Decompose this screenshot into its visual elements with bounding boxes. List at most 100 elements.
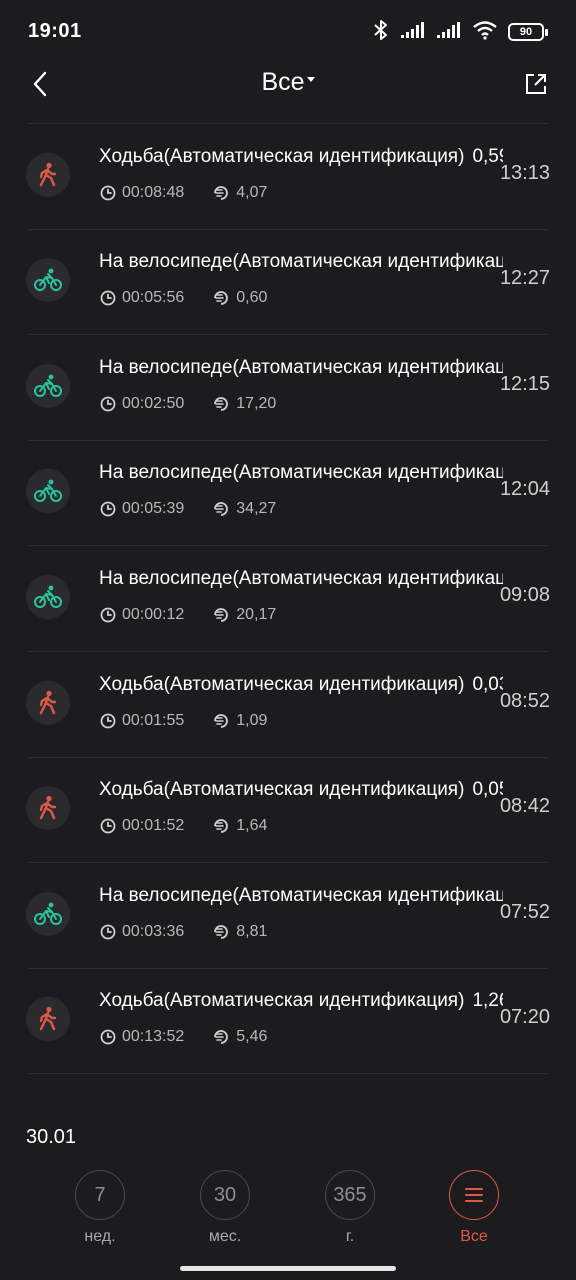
- pace-icon: [212, 185, 230, 201]
- activity-record[interactable]: На велосипеде(Автоматическая идентификац…: [0, 546, 576, 652]
- record-start-time: 09:08: [499, 584, 550, 606]
- signal-icon: [400, 21, 426, 44]
- period-label: г.: [345, 1228, 355, 1245]
- pace-icon: [212, 501, 230, 517]
- activity-record[interactable]: Ходьба(Автоматическая идентификация) 0,03…: [0, 652, 576, 758]
- record-pace: 1,09: [236, 711, 268, 729]
- battery-level: 90: [519, 26, 533, 38]
- record-activity-name: На велосипеде(Автоматическая идентификац…: [99, 568, 503, 589]
- caret-down-icon: [306, 77, 315, 82]
- record-pace: 5,46: [236, 1028, 268, 1046]
- record-start-time: 12:15: [499, 372, 550, 395]
- record-activity-name: На велосипеде(Автоматическая идентификац…: [99, 462, 503, 484]
- walk-icon: [26, 997, 70, 1042]
- pace-icon: [212, 924, 230, 940]
- date-header: 30.01: [26, 1126, 77, 1148]
- period-tab-г.[interactable]: 365 г.: [311, 1170, 391, 1260]
- clock-icon: [100, 185, 116, 201]
- record-start-time: 08:42: [499, 795, 550, 818]
- record-pace: 4,07: [236, 183, 268, 201]
- walk-icon: [26, 152, 70, 197]
- walk-icon: [26, 786, 70, 831]
- record-duration: 00:02:50: [122, 394, 185, 412]
- record-pace: 1,64: [236, 817, 268, 835]
- clock-icon: [100, 607, 116, 623]
- record-title: На велосипеде(Автоматическая идентификац…: [99, 357, 503, 379]
- record-meta: 00:01:55 1,09: [100, 711, 267, 731]
- share-icon: [526, 74, 546, 94]
- clock-icon: [100, 1029, 116, 1045]
- activity-record[interactable]: На велосипеде(Автоматическая идентификац…: [0, 335, 576, 441]
- period-tab-Все[interactable]: Все: [435, 1170, 515, 1260]
- record-activity-name: На велосипеде(Автоматическая идентификац…: [99, 251, 503, 273]
- record-activity-name: Ходьба(Автоматическая идентификация): [99, 990, 465, 1012]
- record-activity-name: Ходьба(Автоматическая идентификация): [99, 145, 465, 167]
- status-time: 19:01: [28, 20, 82, 42]
- period-value: 365: [325, 1170, 375, 1220]
- record-duration: 00:08:48: [122, 183, 185, 201]
- clock-icon: [100, 290, 116, 306]
- record-start-time: 13:13: [499, 161, 550, 184]
- filter-dropdown[interactable]: Все: [0, 68, 576, 97]
- clock-icon: [100, 396, 116, 412]
- activity-record[interactable]: На велосипеде(Автоматическая идентификац…: [0, 863, 576, 969]
- record-duration: 00:13:52: [122, 1028, 185, 1046]
- period-label: Все: [460, 1228, 488, 1245]
- record-meta: 00:02:50 17,20: [100, 394, 276, 414]
- activity-record[interactable]: На велосипеде(Автоматическая идентификац…: [0, 440, 576, 547]
- battery-icon: 90: [508, 23, 548, 41]
- record-distance: 1,26 км: [472, 990, 503, 1012]
- period-tab-мес.[interactable]: 30 мес.: [186, 1170, 266, 1260]
- bluetooth-icon: [372, 19, 390, 46]
- header: Все: [0, 64, 576, 104]
- home-indicator: [180, 1266, 396, 1271]
- record-duration: 00:00:12: [122, 606, 185, 623]
- activity-record[interactable]: Ходьба(Автоматическая идентификация) 0,05…: [0, 757, 576, 864]
- divider: [28, 1073, 548, 1075]
- record-title: На велосипеде(Автоматическая идентификац…: [99, 885, 503, 907]
- list-icon: [449, 1170, 499, 1220]
- record-activity-name: На велосипеде(Автоматическая идентификац…: [99, 884, 503, 906]
- activity-record[interactable]: На велосипеде(Автоматическая идентификац…: [0, 229, 576, 336]
- record-title: Ходьба(Автоматическая идентификация) 0,59…: [99, 146, 503, 168]
- record-meta: 00:13:52 5,46: [100, 1027, 267, 1047]
- records-list[interactable]: 00:16:514,84 Ходьба(Автоматическая иденти…: [0, 106, 576, 1160]
- record-pace: 20,17: [236, 606, 277, 623]
- record-meta: 00:03:36 8,81: [100, 922, 267, 942]
- clock-icon: [100, 713, 116, 729]
- record-meta: 00:05:39 34,27: [100, 499, 276, 519]
- activity-record[interactable]: 00:16:514,84: [0, 106, 576, 124]
- bike-icon: [26, 258, 70, 303]
- pace-icon: [212, 396, 230, 412]
- record-duration: 00:01:55: [122, 711, 185, 729]
- period-label: мес.: [208, 1228, 242, 1245]
- record-meta: 00:01:52 1,64: [100, 816, 267, 836]
- record-title: На велосипеде(Автоматическая идентификац…: [99, 462, 503, 484]
- record-title: Ходьба(Автоматическая идентификация) 0,03…: [99, 674, 503, 696]
- pace-icon: [212, 1029, 230, 1045]
- pace-icon: [212, 713, 230, 729]
- record-duration: 00:01:52: [122, 817, 185, 835]
- activity-record[interactable]: Ходьба(Автоматическая идентификация) 0,59…: [0, 124, 576, 230]
- record-start-time: 07:52: [499, 900, 550, 923]
- pace-icon: [212, 607, 230, 623]
- record-activity-name: Ходьба(Автоматическая идентификация): [99, 673, 465, 695]
- record-pace: 8,81: [236, 922, 268, 940]
- activity-record[interactable]: Ходьба(Автоматическая идентификация) 1,26…: [0, 968, 576, 1075]
- record-meta: 00:08:48 4,07: [100, 183, 267, 203]
- period-tab-нед.[interactable]: 7 нед.: [61, 1170, 141, 1260]
- pace-icon: [212, 290, 230, 306]
- period-selector: 7 нед. 30 мес. 365 г. Все: [0, 1160, 576, 1280]
- record-start-time: 08:52: [499, 689, 550, 712]
- clock-icon: [100, 818, 116, 834]
- period-label: нед.: [84, 1228, 116, 1245]
- record-activity-name: Ходьба(Автоматическая идентификация): [99, 779, 465, 801]
- record-title: На велосипеде(Автоматическая идентификац…: [99, 251, 503, 273]
- record-start-time: 12:27: [499, 267, 550, 290]
- export-button[interactable]: [516, 66, 556, 102]
- record-meta: 00:05:56 0,60: [100, 288, 267, 308]
- walk-icon: [26, 680, 70, 725]
- record-title: Ходьба(Автоматическая идентификация) 1,26…: [99, 990, 503, 1012]
- record-meta: 00:00:12 20,17: [100, 605, 276, 625]
- record-duration: 00:05:39: [122, 500, 185, 518]
